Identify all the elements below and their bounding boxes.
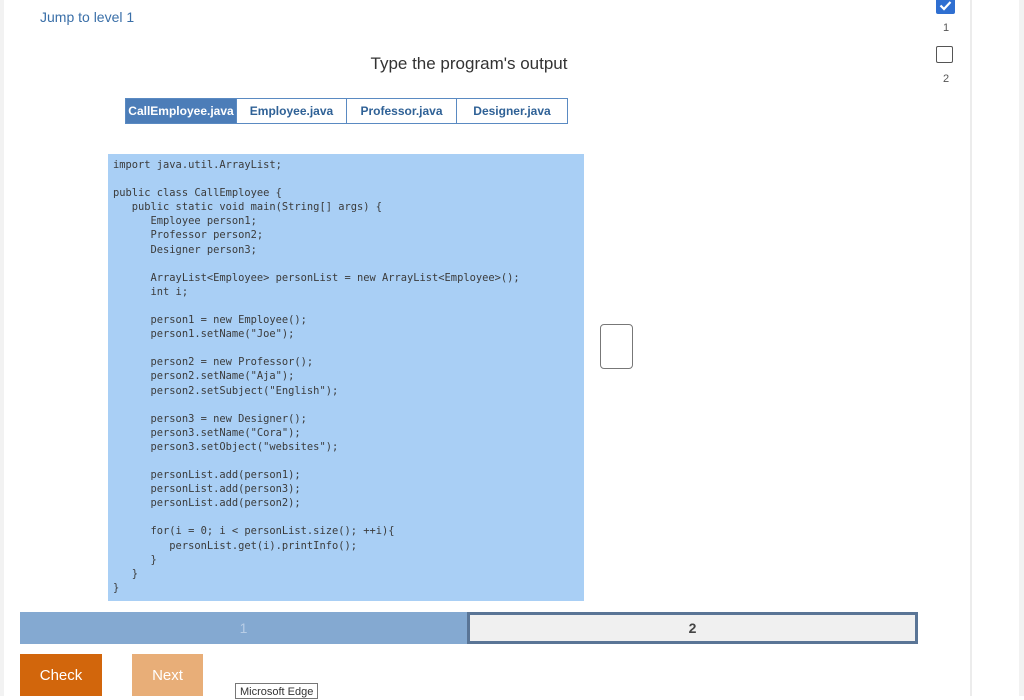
code-text: import java.util.ArrayList; public class …	[113, 158, 584, 595]
level-1-checkbox[interactable]	[936, 0, 955, 14]
code-line: person3.setObject("websites");	[113, 440, 339, 453]
checkmark-icon	[939, 1, 952, 11]
output-answer-input[interactable]	[600, 324, 633, 369]
code-line: }	[113, 581, 120, 594]
level-progress-bar: 1 2	[20, 612, 918, 644]
code-line: }	[113, 567, 139, 580]
code-line: import java.util.ArrayList;	[113, 159, 282, 171]
code-line: Designer person3;	[113, 243, 257, 256]
left-border	[0, 0, 4, 696]
code-line: personList.add(person1);	[113, 469, 301, 482]
code-line: int i;	[113, 285, 189, 298]
progress-segment-1[interactable]: 1	[20, 612, 467, 644]
code-line: for(i = 0; i < personList.size(); ++i){	[113, 525, 395, 538]
next-button[interactable]: Next	[132, 654, 203, 696]
tab-employee[interactable]: Employee.java	[237, 98, 347, 124]
code-line: personList.get(i).printInfo();	[113, 539, 357, 552]
page-title: Type the program's output	[370, 54, 568, 73]
tab-callemployee[interactable]: CallEmployee.java	[125, 98, 237, 124]
code-line: person2 = new Professor();	[113, 356, 314, 369]
code-line: person3.setName("Cora");	[113, 426, 301, 439]
check-button[interactable]: Check	[20, 654, 102, 696]
progress-segment-2[interactable]: 2	[467, 612, 918, 644]
right-separator	[970, 0, 972, 696]
jump-to-level-link[interactable]: Jump to level 1	[40, 9, 134, 25]
code-line: Professor person2;	[113, 229, 264, 242]
right-border	[1019, 0, 1024, 696]
code-line: personList.add(person3);	[113, 483, 301, 496]
file-tabs: CallEmployee.java Employee.java Professo…	[125, 98, 568, 124]
code-line: person1.setName("Joe");	[113, 328, 295, 341]
code-line: person2.setSubject("English");	[113, 384, 339, 397]
code-line: person3 = new Designer();	[113, 412, 307, 425]
code-line: public static void main(String[] args) {	[113, 201, 382, 214]
code-line: person2.setName("Aja");	[113, 370, 295, 383]
tab-designer[interactable]: Designer.java	[457, 98, 568, 124]
code-line: public class CallEmployee {	[113, 187, 282, 200]
code-line: personList.add(person2);	[113, 497, 301, 510]
level-2-label: 2	[942, 73, 950, 85]
level-1-label: 1	[942, 22, 950, 34]
code-listing: import java.util.ArrayList; public class …	[108, 154, 584, 601]
level-2-checkbox[interactable]	[936, 46, 953, 63]
code-line: ArrayList<Employee> personList = new Arr…	[113, 271, 520, 284]
browser-tooltip: Microsoft Edge	[235, 683, 319, 699]
code-line: }	[113, 553, 157, 566]
code-line: Employee person1;	[113, 215, 257, 228]
tab-professor[interactable]: Professor.java	[347, 98, 457, 124]
code-line: person1 = new Employee();	[113, 314, 307, 327]
